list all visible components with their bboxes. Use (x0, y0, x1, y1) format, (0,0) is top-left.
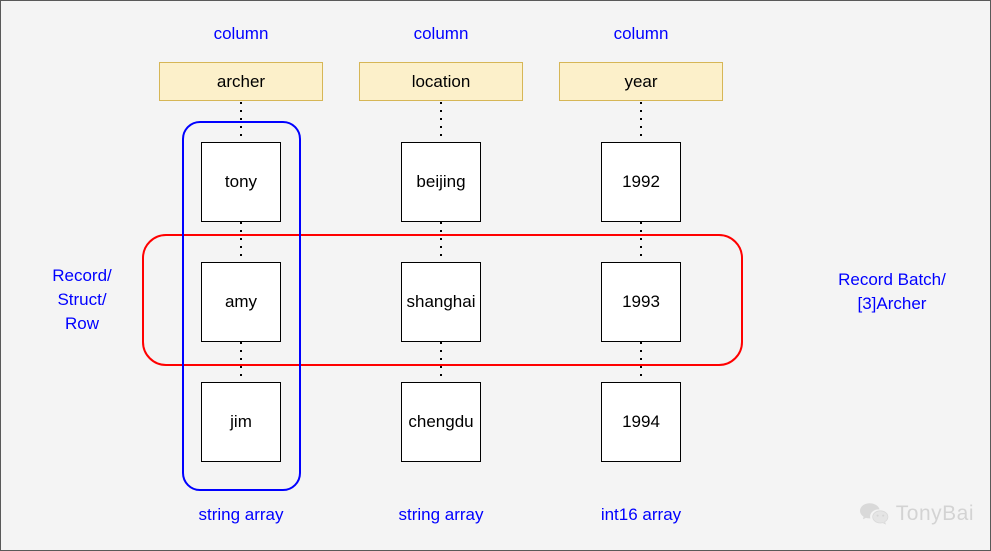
record-label-line-2: Struct/ (57, 290, 107, 309)
cell-archer-2: jim (201, 382, 281, 462)
diagram-canvas: column column column archer location yea… (0, 0, 991, 551)
wechat-icon (859, 503, 889, 525)
field-box-location: location (359, 62, 523, 101)
cell-year-2: 1994 (601, 382, 681, 462)
cell-location-0: beijing (401, 142, 481, 222)
array-type-archer: string array (198, 505, 284, 524)
connector-year-0 (640, 102, 642, 142)
array-type-location: string array (398, 505, 484, 524)
column-caption-archer: column (213, 24, 269, 43)
cell-location-2: chengdu (401, 382, 481, 462)
column-caption-location: column (413, 24, 469, 43)
array-type-year: int16 array (600, 505, 682, 524)
record-label-line-3: Row (64, 314, 99, 333)
column-caption-year: column (613, 24, 669, 43)
field-box-year: year (559, 62, 723, 101)
batch-label-line-2: [3]Archer (857, 294, 927, 313)
cell-location-1: shanghai (401, 262, 481, 342)
record-struct-row-label: Record/ Struct/ Row (27, 264, 137, 336)
watermark: TonyBai (859, 502, 974, 526)
watermark-text: TonyBai (895, 502, 974, 525)
cell-archer-1: amy (201, 262, 281, 342)
cell-archer-0: tony (201, 142, 281, 222)
connector-location-0 (440, 102, 442, 142)
cell-year-0: 1992 (601, 142, 681, 222)
cell-year-1: 1993 (601, 262, 681, 342)
record-batch-label: Record Batch/ [3]Archer (806, 268, 978, 316)
batch-label-line-1: Record Batch/ (838, 270, 946, 289)
record-label-line-1: Record/ (52, 266, 112, 285)
field-box-archer: archer (159, 62, 323, 101)
